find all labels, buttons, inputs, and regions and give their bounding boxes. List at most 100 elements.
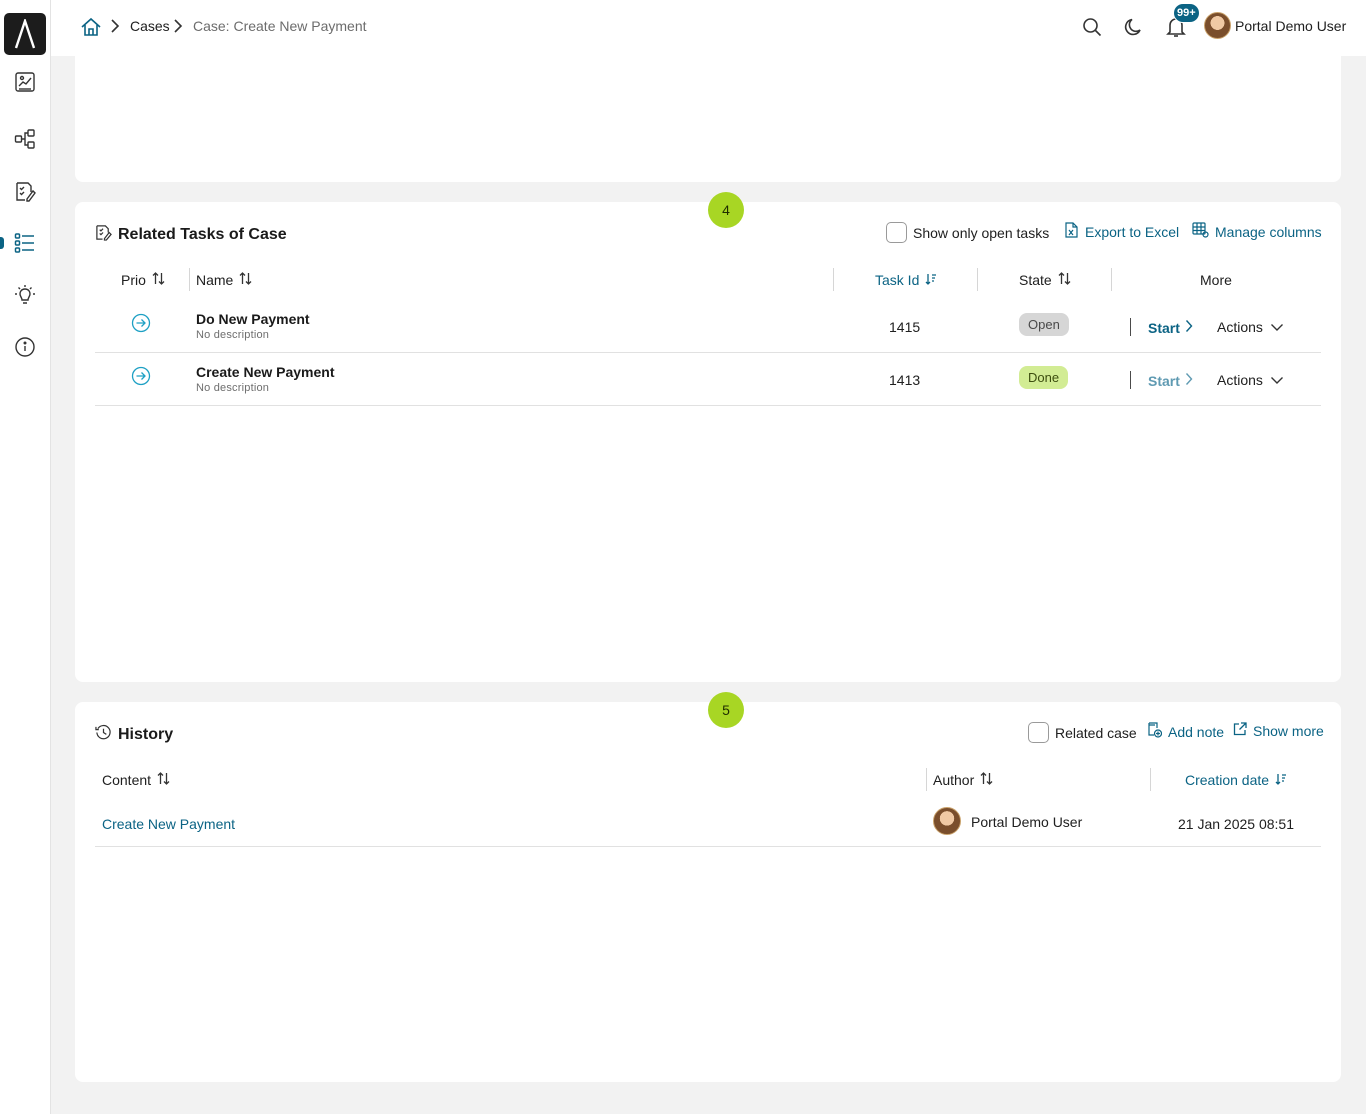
search-icon[interactable] [1080,15,1104,39]
sort-icon [152,272,165,288]
prio-normal-icon [131,313,151,333]
show-open-tasks-label: Show only open tasks [913,224,1050,241]
show-open-tasks-toggle[interactable]: Show only open tasks [886,222,1049,243]
column-label: More [1200,272,1232,288]
column-header-state[interactable]: State [1019,272,1071,288]
card-title: Related Tasks of Case [118,226,287,243]
cases-icon[interactable] [12,230,38,256]
columns-icon [1192,222,1209,241]
column-header-task-id[interactable]: Task Id [875,272,937,288]
column-divider[interactable] [1150,768,1151,791]
start-label: Start [1148,319,1180,336]
column-header-more: More [1200,272,1232,288]
manage-columns-button[interactable]: Manage columns [1192,222,1322,241]
history-icon [95,724,112,746]
sort-icon [239,272,252,288]
case-details-card [75,40,1341,182]
column-divider[interactable] [189,268,190,291]
chevron-right-icon [172,17,184,40]
notification-badge: 99+ [1173,3,1200,23]
external-link-icon [1233,722,1247,739]
related-case-label: Related case [1055,724,1137,741]
row-divider [95,846,1321,847]
avatar [933,807,961,835]
column-header-author[interactable]: Author [933,772,993,788]
column-divider[interactable] [1111,268,1112,291]
column-label: Author [933,772,975,788]
column-label: Prio [121,272,146,288]
status-badge: Open [1019,313,1069,336]
dark-mode-icon[interactable] [1122,15,1146,39]
start-button[interactable]: Start [1148,319,1193,336]
related-case-toggle[interactable]: Related case [1028,722,1137,743]
column-header-prio[interactable]: Prio [121,272,165,288]
column-header-name[interactable]: Name [196,272,252,288]
row-divider [95,405,1321,406]
show-more-label: Show more [1253,722,1324,739]
history-heading: History [95,724,173,746]
chevron-down-icon [1270,319,1284,335]
active-indicator [0,237,4,249]
dashboard-icon[interactable] [12,69,38,95]
column-divider[interactable] [926,768,927,791]
sidebar [0,0,51,1114]
column-label: Content [102,772,152,788]
task-description: No description [196,382,270,394]
avatar[interactable] [1204,12,1231,39]
user-name[interactable]: Portal Demo User [1235,18,1346,34]
tasks-icon[interactable] [12,178,38,204]
task-id: 1413 [889,372,921,388]
statistics-icon[interactable] [12,282,38,308]
task-name[interactable]: Do New Payment [196,311,310,327]
chevron-right-icon [1185,372,1193,389]
actions-label: Actions [1217,372,1263,388]
processes-icon[interactable] [12,126,38,152]
add-note-icon [1147,722,1163,741]
related-tasks-heading: Related Tasks of Case [95,224,287,246]
task-list-icon [95,224,112,246]
column-header-creation-date[interactable]: Creation date [1185,772,1287,788]
task-name[interactable]: Create New Payment [196,364,335,380]
card-title: History [118,726,174,743]
chevron-down-icon [1270,372,1284,388]
sort-icon [1058,272,1071,288]
prio-normal-icon [131,366,151,386]
export-excel-button[interactable]: Export to Excel [1064,222,1179,241]
show-more-button[interactable]: Show more [1233,722,1324,739]
chevron-right-icon [1185,319,1193,336]
info-icon[interactable] [12,334,38,360]
history-card: 5 History Related case Add note Show mor… [75,692,1341,1082]
home-icon[interactable] [79,15,103,39]
actions-dropdown[interactable]: Actions [1217,319,1284,335]
actions-label: Actions [1217,319,1263,335]
breadcrumb-current: Case: Create New Payment [193,18,367,34]
breadcrumb-cases[interactable]: Cases [130,18,170,34]
step-badge: 5 [708,692,744,728]
app-logo[interactable] [4,13,46,55]
start-button[interactable]: Start [1148,372,1193,389]
add-note-button[interactable]: Add note [1147,722,1224,741]
checkbox[interactable] [1028,722,1049,743]
history-content-link[interactable]: Create New Payment [102,816,235,832]
start-label: Start [1148,372,1180,389]
status-badge: Done [1019,366,1069,389]
checkbox[interactable] [886,222,907,243]
column-label: State [1019,272,1052,288]
related-tasks-card: 4 Related Tasks of Case Show only open t… [75,192,1341,682]
column-label: Name [196,272,234,288]
column-divider[interactable] [977,268,978,291]
sort-icon [157,772,170,788]
column-header-content[interactable]: Content [102,772,170,788]
task-id: 1415 [889,319,921,335]
sort-icon [980,772,993,788]
history-author: Portal Demo User [971,814,1083,830]
add-note-label: Add note [1168,723,1225,740]
top-bar: Cases Case: Create New Payment 99+ Porta… [51,0,1366,56]
task-description: No description [196,329,270,341]
chevron-right-icon [109,17,121,40]
manage-columns-label: Manage columns [1215,223,1322,240]
sort-desc-icon [1275,772,1287,788]
divider [1130,371,1131,389]
column-divider[interactable] [833,268,834,291]
actions-dropdown[interactable]: Actions [1217,372,1284,388]
